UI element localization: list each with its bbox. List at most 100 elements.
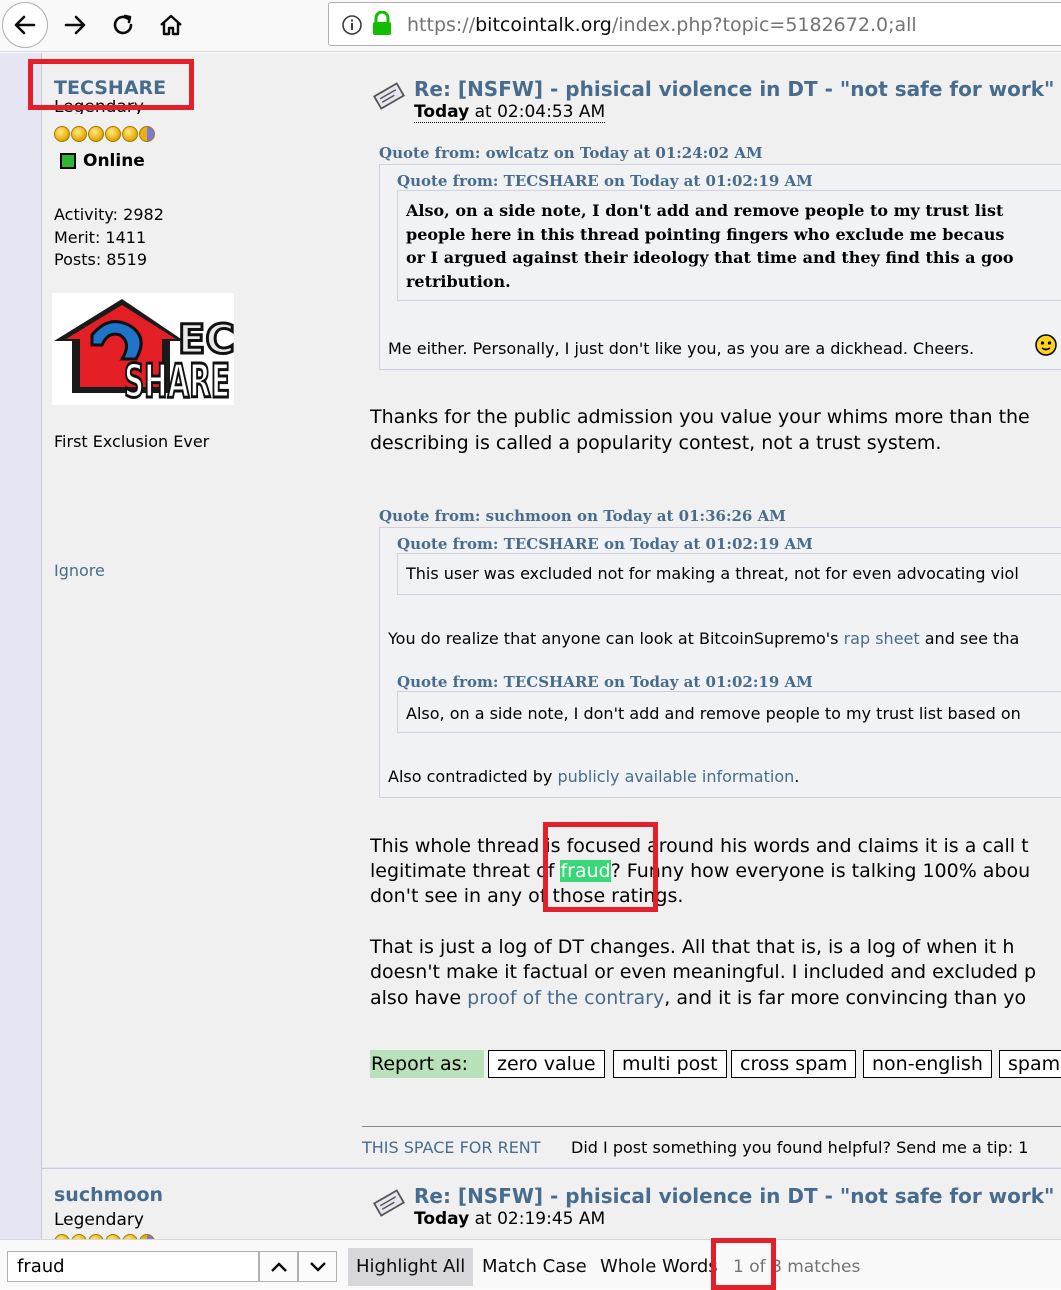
report-cross-spam-button[interactable]: cross spam [731, 1050, 857, 1078]
online-status-icon [60, 153, 76, 169]
post-body-line: This whole thread is focused around his … [370, 835, 1029, 857]
url-path: /index.php?topic=5182672.0;all [611, 14, 917, 36]
rank-coins [54, 1231, 156, 1239]
whole-words-toggle[interactable]: Whole Words [592, 1248, 726, 1286]
chevron-up-icon [270, 1261, 287, 1272]
signature-rent-text: THIS SPACE FOR RENT [362, 1138, 541, 1157]
quote-reply-text: You do realize that anyone can look at B… [388, 627, 1019, 651]
report-zero-value-button[interactable]: zero value [488, 1050, 605, 1078]
home-button[interactable] [148, 2, 194, 48]
coin-icon [88, 125, 104, 142]
post-body-part: , and it is far more convincing than yo [664, 987, 1027, 1009]
quote-reply-part: and see tha [919, 629, 1020, 648]
annotation-box-match-count [711, 1238, 776, 1290]
post-body-line: legitimate threat of fraud? Funny how ev… [370, 859, 1030, 885]
half-coin-icon [139, 125, 155, 142]
post-body-line: That is just a log of DT changes. All th… [370, 936, 1015, 958]
info-icon[interactable] [341, 14, 363, 36]
coin-icon [105, 125, 121, 142]
author-merit: Merit: 1411 [54, 228, 147, 247]
report-spam-button[interactable]: spam [999, 1050, 1061, 1078]
annotation-box-username [28, 59, 194, 110]
quote-line: Also, on a side note, I don't add and re… [406, 704, 1021, 723]
post-author-rank: Legendary [54, 1210, 144, 1230]
address-bar[interactable]: https://bitcointalk.org/index.php?topic=… [328, 2, 1061, 46]
lock-icon[interactable] [371, 11, 393, 37]
back-button[interactable] [2, 2, 48, 48]
coin-icon [122, 125, 138, 142]
quote-header[interactable]: Quote from: owlcatz on Today at 01:24:02… [379, 144, 763, 162]
quote-reply-part: You do realize that anyone can look at B… [388, 629, 844, 648]
forward-button[interactable] [52, 2, 98, 48]
post-icon [373, 82, 405, 110]
post-date-time: at 02:04:53 AM [469, 102, 606, 122]
nested-quote-header[interactable]: Quote from: TECSHARE on Today at 01:02:1… [397, 535, 813, 553]
match-case-toggle[interactable]: Match Case [474, 1248, 595, 1286]
match-total: 8 matches [771, 1257, 861, 1277]
proof-link[interactable]: proof of the contrary [467, 987, 664, 1009]
url-scheme: https:// [407, 14, 476, 36]
avatar-text-main: SHARE [124, 354, 230, 405]
public-info-link[interactable]: publicly available information [557, 767, 794, 786]
post-subject-link[interactable]: Re: [NSFW] - phisical violence in DT - "… [414, 77, 1061, 101]
quote-line: retribution. [406, 272, 511, 291]
smiley-icon [1035, 334, 1057, 356]
coin-icon [54, 125, 70, 142]
quote-header[interactable]: Quote from: suchmoon on Today at 01:36:2… [379, 507, 786, 525]
report-multi-post-button[interactable]: multi post [613, 1050, 727, 1078]
find-previous-button[interactable] [259, 1251, 298, 1282]
find-bar: fraud Highlight All Match Case Whole Wor… [0, 1238, 1061, 1290]
post-icon [373, 1189, 405, 1217]
arrow-left-icon [14, 15, 36, 35]
author-posts: Posts: 8519 [54, 250, 148, 269]
quote-reply-part: . [794, 767, 800, 786]
report-label: Report as: [370, 1050, 484, 1078]
rank-coins [54, 123, 156, 142]
url-text[interactable]: https://bitcointalk.org/index.php?topic=… [407, 14, 917, 36]
post-body-line: also have proof of the contrary, and it … [370, 986, 1026, 1012]
post-body-line: describing is called a popularity contes… [370, 432, 942, 454]
browser-toolbar: https://bitcointalk.org/index.php?topic=… [0, 0, 1061, 52]
page-margin [0, 53, 42, 1239]
post-author-name[interactable]: suchmoon [54, 1184, 163, 1206]
post-date-today: Today [414, 102, 470, 122]
home-icon [160, 14, 182, 36]
ignore-link[interactable]: Ignore [54, 561, 105, 580]
signature-divider [362, 1126, 1061, 1127]
post-body-part: ? Funny how everyone is talking 100% abo… [610, 860, 1031, 882]
quote-reply-text: Also contradicted by publicly available … [388, 765, 799, 789]
annotation-box-match [543, 822, 658, 912]
post-body-line: doesn't make it factual or even meaningf… [370, 961, 1037, 983]
quote-line: Also, on a side note, I don't add and re… [406, 201, 1004, 220]
signature-tip-text: Did I post something you found helpful? … [571, 1138, 1029, 1157]
rap-sheet-link[interactable]: rap sheet [844, 629, 920, 648]
author-activity: Activity: 2982 [54, 205, 164, 224]
quote-reply-part: Also contradicted by [388, 767, 558, 786]
highlight-all-toggle[interactable]: Highlight All [348, 1248, 474, 1286]
quote-line: This user was excluded not for making a … [406, 564, 1019, 583]
post-date-time: at 02:19:45 AM [469, 1209, 606, 1229]
author-avatar: EC SHARE [52, 293, 234, 405]
reload-icon [113, 14, 133, 35]
online-status: Online [83, 151, 145, 171]
post-date: Today at 02:19:45 AM [414, 1209, 605, 1229]
quote-reply-text: Me either. Personally, I just don't like… [388, 339, 975, 358]
chevron-down-icon [309, 1261, 326, 1272]
find-next-button[interactable] [298, 1251, 337, 1282]
post-date-today: Today [414, 1209, 470, 1229]
post-body-line: Thanks for the public admission you valu… [370, 406, 1030, 428]
coin-icon [71, 125, 87, 142]
nested-quote-header[interactable]: Quote from: TECSHARE on Today at 01:02:1… [397, 673, 813, 691]
author-personal-text: First Exclusion Ever [54, 432, 210, 451]
find-input[interactable]: fraud [7, 1251, 259, 1282]
reload-button[interactable] [100, 2, 146, 48]
quote-line: people here in this thread pointing fing… [406, 225, 1005, 244]
post-body-part: also have [370, 987, 468, 1009]
post-subject-link[interactable]: Re: [NSFW] - phisical violence in DT - "… [414, 1184, 1061, 1208]
arrow-right-icon [64, 15, 86, 35]
post-date: Today at 02:04:53 AM [414, 102, 606, 123]
url-host: bitcointalk.org [475, 14, 612, 36]
post-body-part: legitimate threat of [370, 860, 561, 882]
nested-quote-header[interactable]: Quote from: TECSHARE on Today at 01:02:1… [397, 172, 813, 190]
report-non-english-button[interactable]: non-english [863, 1050, 992, 1078]
